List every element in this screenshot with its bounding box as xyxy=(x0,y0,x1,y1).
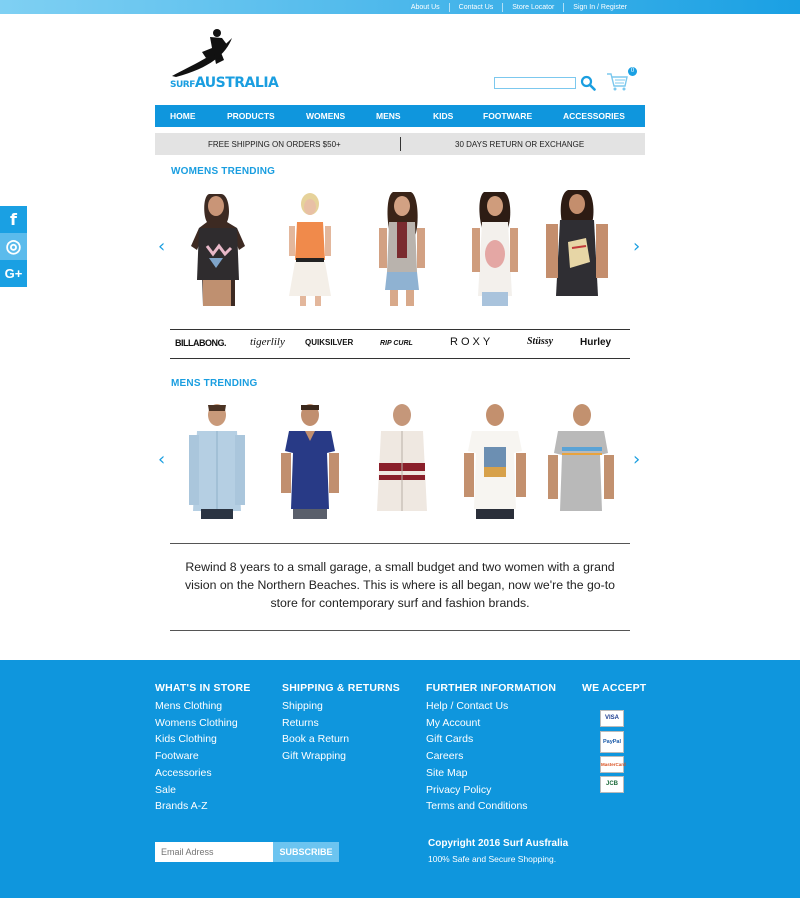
footer-link-site-map[interactable]: Site Map xyxy=(426,765,556,782)
footer-link-womens-clothing[interactable]: Womens Clothing xyxy=(155,715,251,732)
mens-prev-arrow[interactable]: ‹ xyxy=(158,451,165,469)
womens-product-5[interactable] xyxy=(542,188,612,306)
brand-stussy-logo[interactable]: Stüssy xyxy=(527,336,553,347)
facebook-icon[interactable]: f xyxy=(0,206,27,233)
copyright-text: Copyright 2016 Surf Ausfralia xyxy=(428,838,569,849)
brand-billabong-logo[interactable]: BILLABONG. xyxy=(175,338,227,348)
footer-link-returns[interactable]: Returns xyxy=(282,715,400,732)
footer-col-title: WHAT'S IN STORE xyxy=(155,682,251,694)
footer-col-we-accept: WE ACCEPT xyxy=(582,682,646,698)
footer: WHAT'S IN STORE Mens Clothing Womens Clo… xyxy=(0,660,800,898)
footer-link-gift-wrapping[interactable]: Gift Wrapping xyxy=(282,748,400,765)
footer-link-accessories[interactable]: Accessories xyxy=(155,765,251,782)
womens-product-4[interactable] xyxy=(460,188,530,306)
search-input[interactable] xyxy=(494,77,576,89)
mens-product-4[interactable] xyxy=(460,401,530,519)
footer-col-shipping-returns: SHIPPING & RETURNS Shipping Returns Book… xyxy=(282,682,400,765)
footer-link-privacy[interactable]: Privacy Policy xyxy=(426,782,556,799)
nav-products[interactable]: PRODUCTS xyxy=(227,111,275,121)
nav-womens[interactable]: WOMENS xyxy=(306,111,345,121)
surfer-logo-icon xyxy=(172,29,232,77)
womens-next-arrow[interactable]: › xyxy=(633,238,640,256)
returns-text: 30 DAYS RETURN OR EXCHANGE xyxy=(455,140,585,149)
store-locator-link[interactable]: Store Locator xyxy=(502,2,563,12)
footer-link-careers[interactable]: Careers xyxy=(426,748,556,765)
footer-link-my-account[interactable]: My Account xyxy=(426,715,556,732)
brand-tigerlily-logo[interactable]: tigerlily xyxy=(250,336,285,348)
footer-link-kids-clothing[interactable]: Kids Clothing xyxy=(155,731,251,748)
brand-story-text: Rewind 8 years to a small garage, a smal… xyxy=(184,560,615,610)
womens-trending-title: WOMENS TRENDING xyxy=(171,166,276,177)
mens-product-3[interactable] xyxy=(367,401,437,519)
promo-bar: FREE SHIPPING ON ORDERS $50+ 30 DAYS RET… xyxy=(155,133,645,155)
brand-ripcurl-logo[interactable]: RIP CURL xyxy=(380,340,413,347)
footer-link-gift-cards[interactable]: Gift Cards xyxy=(426,731,556,748)
top-bar: About Us Contact Us Store Locator Sign I… xyxy=(0,0,800,14)
nav-mens[interactable]: MENS xyxy=(376,111,401,121)
logo-wordmark: SURFAUSTRALIA xyxy=(170,75,279,91)
secure-shopping-text: 100% Safe and Secure Shopping. xyxy=(428,854,557,864)
paypal-icon: PayPal xyxy=(600,731,624,753)
mens-product-5[interactable] xyxy=(546,401,616,519)
footer-link-sale[interactable]: Sale xyxy=(155,782,251,799)
womens-product-3[interactable] xyxy=(367,188,437,306)
promo-divider xyxy=(400,137,401,151)
footer-col-whats-in-store: WHAT'S IN STORE Mens Clothing Womens Clo… xyxy=(155,682,251,815)
site-logo[interactable]: SURFAUSTRALIA xyxy=(170,28,282,94)
footer-col-title: WE ACCEPT xyxy=(582,682,647,694)
about-us-link[interactable]: About Us xyxy=(402,3,449,12)
brand-hurley-logo[interactable]: Hurley xyxy=(580,337,611,348)
womens-prev-arrow[interactable]: ‹ xyxy=(158,238,165,256)
mens-trending-title: MENS TRENDING xyxy=(171,378,258,389)
jcb-icon: JCB xyxy=(600,776,624,793)
brand-roxy-logo[interactable]: ROXY xyxy=(450,336,493,348)
nav-accessories[interactable]: ACCESSORIES xyxy=(563,111,625,121)
cart-icon[interactable] xyxy=(606,72,628,92)
nav-footware[interactable]: FOOTWARE xyxy=(483,111,532,121)
nav-kids[interactable]: KIDS xyxy=(433,111,453,121)
mens-product-2[interactable] xyxy=(275,401,345,519)
free-shipping-text: FREE SHIPPING ON ORDERS $50+ xyxy=(208,140,341,149)
womens-product-2[interactable] xyxy=(275,188,345,306)
subscribe-button[interactable]: SUBSCRIBE xyxy=(273,842,339,862)
footer-col-title: SHIPPING & RETURNS xyxy=(282,682,400,694)
mastercard-icon: MasterCard xyxy=(600,756,626,773)
visa-icon: VISA xyxy=(600,710,624,727)
womens-product-1[interactable] xyxy=(181,188,251,306)
footer-link-terms[interactable]: Terms and Conditions xyxy=(426,798,556,815)
instagram-icon[interactable]: ◎ xyxy=(0,233,27,260)
search-icon[interactable] xyxy=(580,75,596,91)
brand-strip: BILLABONG. tigerlily QUIKSILVER RIP CURL… xyxy=(170,329,630,359)
nav-home[interactable]: HOME xyxy=(170,111,196,121)
footer-link-mens-clothing[interactable]: Mens Clothing xyxy=(155,698,251,715)
footer-col-further-info: FURTHER INFORMATION Help / Contact Us My… xyxy=(426,682,556,815)
main-nav: HOME PRODUCTS WOMENS MENS KIDS FOOTWARE … xyxy=(155,105,645,127)
mens-next-arrow[interactable]: › xyxy=(633,451,640,469)
top-links: About Us Contact Us Store Locator Sign I… xyxy=(402,0,636,14)
footer-link-shipping[interactable]: Shipping xyxy=(282,698,400,715)
brand-story: Rewind 8 years to a small garage, a smal… xyxy=(170,543,630,631)
cart-count-badge: 0 xyxy=(628,67,637,76)
sign-in-link[interactable]: Sign In / Register xyxy=(563,2,636,12)
footer-link-brands[interactable]: Brands A-Z xyxy=(155,798,251,815)
footer-col-title: FURTHER INFORMATION xyxy=(426,682,557,694)
contact-us-link[interactable]: Contact Us xyxy=(448,2,503,12)
newsletter-email-input[interactable] xyxy=(155,842,273,862)
google-plus-icon[interactable]: G+ xyxy=(0,260,27,287)
mens-product-1[interactable] xyxy=(181,401,251,519)
footer-link-footware[interactable]: Footware xyxy=(155,748,251,765)
brand-quiksilver-logo[interactable]: QUIKSILVER xyxy=(305,338,353,347)
footer-link-book-return[interactable]: Book a Return xyxy=(282,731,400,748)
footer-link-help-contact[interactable]: Help / Contact Us xyxy=(426,698,556,715)
